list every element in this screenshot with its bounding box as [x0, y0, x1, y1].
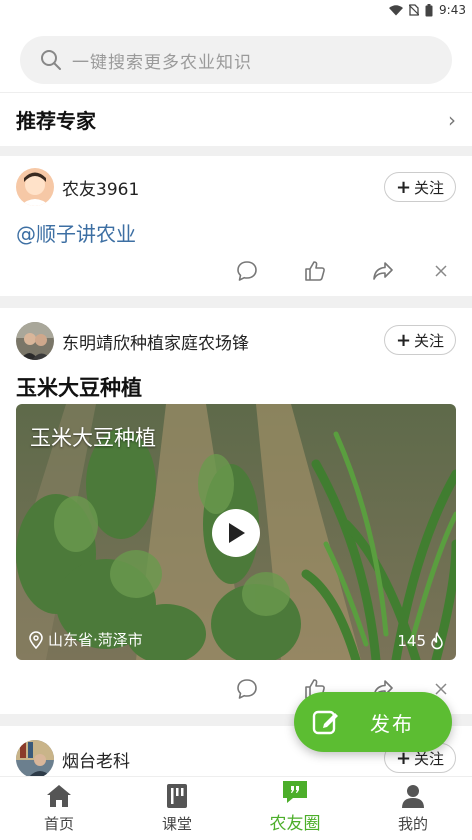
like-button[interactable]: [300, 256, 330, 286]
user-icon: [402, 785, 424, 808]
feed-post: 农友3961 + 关注 @顺子讲农业: [0, 156, 472, 296]
battery-icon: [425, 3, 433, 16]
post-author[interactable]: 烟台老科: [62, 747, 130, 772]
tab-farmer-circle[interactable]: 农友圈: [236, 777, 354, 840]
follow-button[interactable]: + 关注: [384, 325, 456, 355]
section-divider: [0, 296, 472, 308]
search-placeholder: 一键搜索更多农业知识: [72, 52, 252, 73]
tab-classroom[interactable]: 课堂: [118, 777, 236, 840]
comment-button[interactable]: [232, 256, 262, 286]
post-mention-link[interactable]: @顺子讲农业: [16, 218, 136, 247]
post-actions: [0, 256, 472, 286]
status-icons: 9:43: [389, 3, 466, 17]
tab-label: 我的: [397, 815, 428, 833]
avatar[interactable]: [16, 322, 54, 360]
close-icon: [435, 683, 447, 695]
post-header: 烟台老科: [16, 740, 130, 776]
share-icon: [373, 262, 393, 280]
home-icon: [47, 785, 71, 807]
thumbs-up-icon: [305, 261, 325, 281]
no-sim-icon: [409, 4, 420, 16]
section-divider: [0, 146, 472, 156]
video-views: 145: [397, 632, 444, 650]
edit-icon: [312, 710, 338, 735]
plus-icon: +: [395, 329, 412, 351]
share-button[interactable]: [368, 256, 398, 286]
avatar[interactable]: [16, 168, 54, 206]
close-icon: [435, 265, 447, 277]
follow-button[interactable]: + 关注: [384, 172, 456, 202]
recommended-experts-row[interactable]: 推荐专家 ›: [0, 92, 472, 146]
publish-label: 发布: [370, 711, 414, 736]
play-button[interactable]: [212, 509, 260, 557]
video-location: 山东省·菏泽市: [28, 629, 143, 650]
status-bar: 9:43: [0, 0, 472, 22]
plus-icon: +: [395, 176, 412, 198]
tab-home[interactable]: 首页: [0, 777, 118, 840]
flame-icon: [431, 632, 443, 650]
tab-label: 首页: [43, 815, 74, 833]
search-icon: [41, 50, 61, 70]
tab-profile[interactable]: 我的: [354, 777, 472, 840]
dismiss-button[interactable]: [426, 256, 456, 286]
search-input[interactable]: 一键搜索更多农业知识: [20, 36, 452, 84]
comment-button[interactable]: [232, 674, 262, 704]
post-author[interactable]: 农友3961: [62, 175, 139, 200]
location-text: 山东省·菏泽市: [48, 631, 143, 649]
play-icon: [229, 523, 245, 543]
video-overlay-title: 玉米大豆种植: [30, 426, 156, 450]
tab-label: 课堂: [161, 815, 192, 833]
comment-icon: [237, 679, 257, 699]
post-author[interactable]: 东明靖欣种植家庭农场锋: [62, 329, 249, 354]
location-pin-icon: [29, 630, 43, 649]
post-header: 农友3961: [16, 168, 139, 206]
post-header: 东明靖欣种植家庭农场锋: [16, 322, 249, 360]
chevron-right-icon: ›: [448, 107, 456, 132]
avatar[interactable]: [16, 740, 54, 776]
comment-icon: [237, 261, 257, 281]
video-thumbnail[interactable]: 玉米大豆种植 山东省·菏泽市 145: [16, 404, 456, 660]
follow-label: 关注: [414, 178, 445, 197]
post-title[interactable]: 玉米大豆种植: [16, 372, 142, 402]
wifi-icon: [389, 4, 404, 15]
recommended-experts-title: 推荐专家: [16, 109, 96, 133]
bottom-tab-bar: 首页 课堂 农友圈 我的: [0, 776, 472, 840]
publish-button[interactable]: 发布: [294, 692, 452, 752]
chat-quote-icon: [283, 781, 307, 803]
book-icon: [167, 784, 187, 808]
status-time: 9:43: [439, 3, 466, 17]
follow-label: 关注: [414, 331, 445, 350]
view-count: 145: [397, 632, 426, 650]
tab-label: 农友圈: [269, 814, 321, 834]
